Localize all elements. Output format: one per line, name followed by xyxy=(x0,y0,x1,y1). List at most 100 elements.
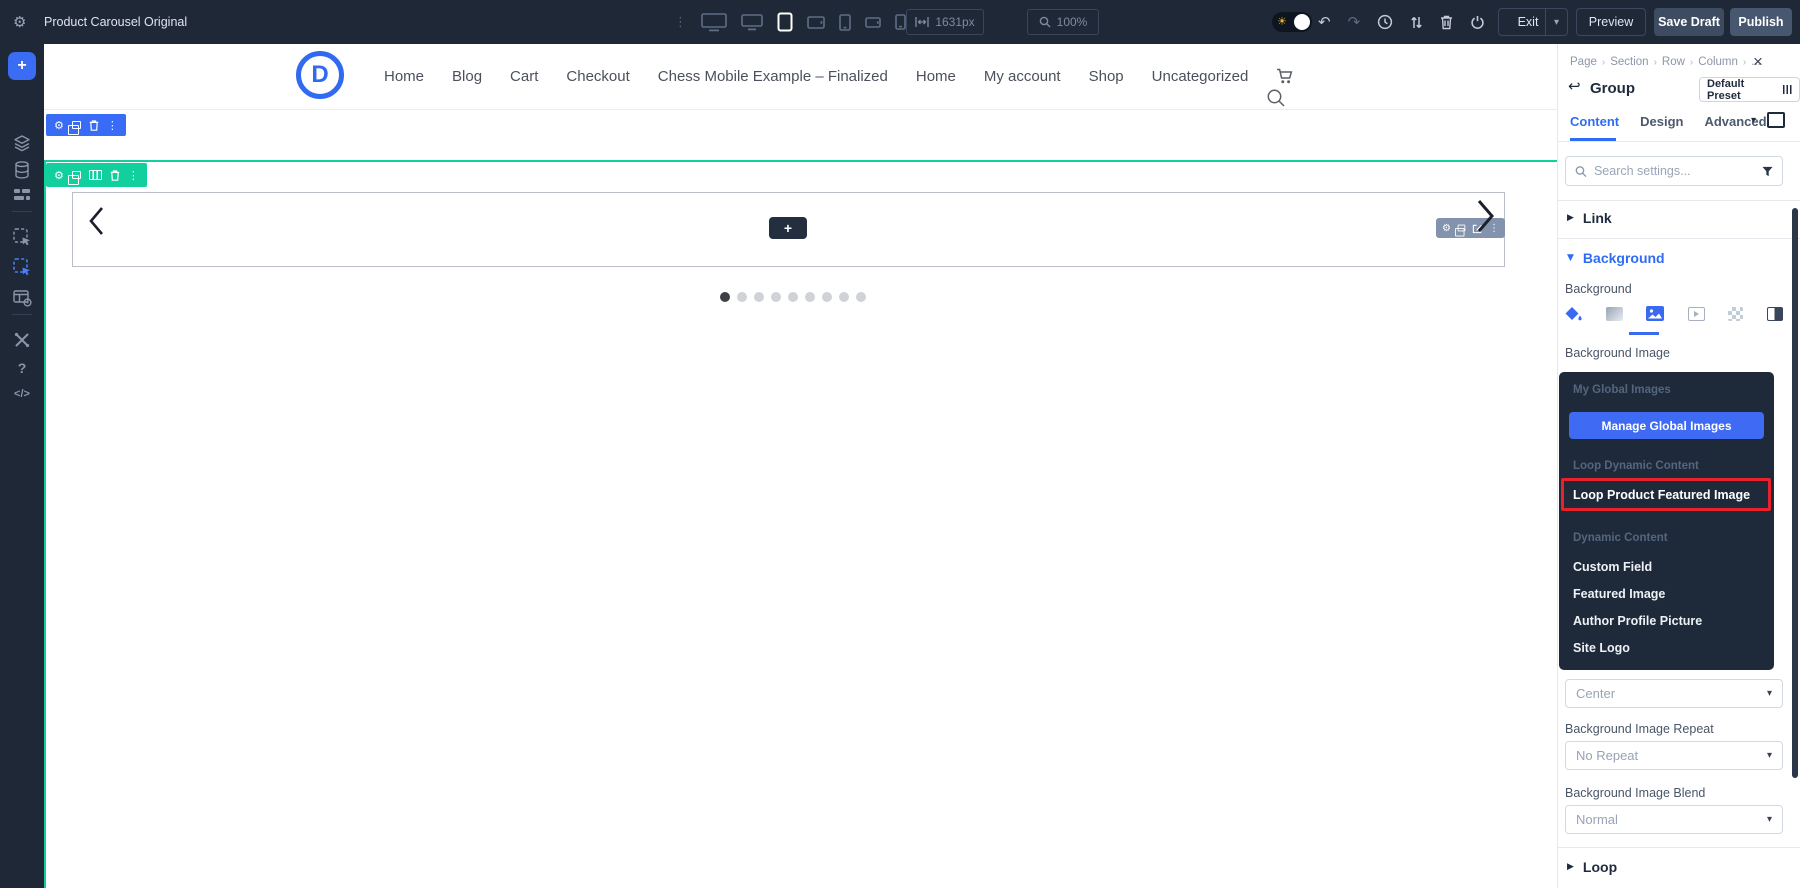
background-image-blend-select[interactable]: Normal ▾ xyxy=(1565,805,1783,834)
power-icon[interactable] xyxy=(1470,15,1485,30)
nav-item[interactable]: Checkout xyxy=(566,68,629,85)
tab-content[interactable]: Content xyxy=(1570,114,1619,129)
nav-item[interactable]: Shop xyxy=(1089,68,1124,85)
section-menu-icon[interactable]: ⋮ xyxy=(107,120,118,131)
dropdown-item-site-logo[interactable]: Site Logo xyxy=(1573,641,1630,655)
background-mask-icon[interactable] xyxy=(1766,306,1783,321)
drag-handle-icon[interactable]: ⋮ xyxy=(674,15,687,30)
background-gradient-icon[interactable] xyxy=(1605,306,1623,321)
exit-button[interactable]: Exit ▾ xyxy=(1498,8,1568,36)
device-phone-landscape-icon[interactable] xyxy=(865,16,881,28)
nav-item[interactable]: Home xyxy=(384,68,424,85)
background-video-icon[interactable] xyxy=(1687,306,1705,321)
carousel-prev-arrow[interactable] xyxy=(84,204,108,238)
site-logo[interactable]: D xyxy=(296,51,344,99)
preview-button[interactable]: Preview xyxy=(1576,8,1646,36)
publish-button[interactable]: Publish xyxy=(1730,8,1792,36)
tab-design[interactable]: Design xyxy=(1640,114,1683,129)
table-settings-icon[interactable] xyxy=(0,290,44,307)
background-pattern-icon[interactable] xyxy=(1728,306,1744,321)
select-element-icon[interactable] xyxy=(0,228,44,247)
row-trash-icon[interactable] xyxy=(110,169,120,181)
nav-item[interactable]: Cart xyxy=(510,68,538,85)
device-phone-small-icon[interactable] xyxy=(895,14,906,30)
close-panel-icon[interactable]: × xyxy=(1748,52,1768,72)
device-desktop-small-icon[interactable] xyxy=(741,13,763,31)
loop-product-featured-image-option[interactable]: Loop Product Featured Image xyxy=(1561,478,1771,511)
undo-icon[interactable]: ↶ xyxy=(1318,13,1331,31)
queue-list-icon[interactable] xyxy=(0,188,44,202)
save-draft-button[interactable]: Save Draft xyxy=(1654,8,1724,36)
sort-vertical-icon[interactable] xyxy=(1410,15,1423,30)
tools-icon[interactable] xyxy=(0,332,44,348)
history-clock-icon[interactable] xyxy=(1377,14,1393,30)
nav-item[interactable]: Uncategorized xyxy=(1152,68,1249,85)
dropdown-item-author-profile-picture[interactable]: Author Profile Picture xyxy=(1573,614,1702,628)
device-tablet-icon[interactable] xyxy=(777,12,793,32)
carousel-dot[interactable] xyxy=(788,292,798,302)
settings-search-input[interactable] xyxy=(1593,164,1755,178)
background-color-bucket-icon[interactable] xyxy=(1565,306,1582,321)
help-icon[interactable]: ? xyxy=(0,360,44,376)
row-columns-icon[interactable] xyxy=(88,170,102,180)
nav-item[interactable]: Blog xyxy=(452,68,482,85)
device-tablet-landscape-icon[interactable] xyxy=(807,15,825,29)
settings-search[interactable] xyxy=(1565,156,1783,186)
device-phone-icon[interactable] xyxy=(839,13,851,31)
carousel-dot[interactable] xyxy=(737,292,747,302)
carousel-dot[interactable] xyxy=(771,292,781,302)
site-search-icon[interactable] xyxy=(1266,88,1286,108)
dropdown-item-custom-field[interactable]: Custom Field xyxy=(1573,560,1652,574)
row-settings-gear-icon[interactable]: ⚙ xyxy=(54,170,64,181)
section-trash-icon[interactable] xyxy=(89,119,99,131)
device-desktop-icon[interactable] xyxy=(701,12,727,32)
responsive-width-input[interactable]: 1631px xyxy=(906,9,984,35)
breadcrumb-item[interactable]: Page xyxy=(1570,56,1597,68)
exit-caret-icon[interactable]: ▾ xyxy=(1545,9,1567,35)
carousel-dot-active[interactable] xyxy=(720,292,730,302)
trash-icon[interactable] xyxy=(1440,15,1453,30)
background-section-toggle[interactable]: ▼ Background xyxy=(1567,250,1665,266)
nav-item[interactable]: Home xyxy=(916,68,956,85)
tabs-caret-icon[interactable]: ▾ xyxy=(1751,115,1756,126)
module-duplicate-icon[interactable] xyxy=(1454,224,1466,237)
layers-icon[interactable] xyxy=(0,134,44,152)
database-icon[interactable] xyxy=(0,161,44,179)
carousel-next-arrow[interactable] xyxy=(1472,196,1498,236)
row-duplicate-icon[interactable] xyxy=(68,171,81,185)
light-dark-mode-toggle[interactable]: ☀ xyxy=(1272,12,1312,32)
add-module-button[interactable]: + xyxy=(8,52,36,80)
carousel-dot[interactable] xyxy=(856,292,866,302)
nav-item[interactable]: Chess Mobile Example – Finalized xyxy=(658,68,888,85)
redo-icon[interactable]: ↷ xyxy=(1348,13,1361,31)
carousel-dot[interactable] xyxy=(822,292,832,302)
zoom-input[interactable]: 100% xyxy=(1027,9,1099,35)
background-image-position-select[interactable]: Center ▾ xyxy=(1565,679,1783,708)
module-settings-gear-icon[interactable]: ⚙ xyxy=(1442,223,1451,234)
carousel-dot[interactable] xyxy=(839,292,849,302)
row-menu-icon[interactable]: ⋮ xyxy=(128,170,139,181)
breadcrumb-item[interactable]: Column xyxy=(1698,56,1738,68)
carousel-dot[interactable] xyxy=(754,292,764,302)
add-column-button[interactable]: + xyxy=(769,217,807,239)
page-settings-gear-icon[interactable]: ⚙ xyxy=(13,0,26,44)
loop-section-toggle[interactable]: ▶ Loop xyxy=(1567,859,1617,875)
cart-icon[interactable] xyxy=(1276,68,1295,85)
background-image-icon[interactable] xyxy=(1646,306,1665,321)
code-icon[interactable]: </> xyxy=(0,388,44,400)
breadcrumb-item[interactable]: Section xyxy=(1610,56,1648,68)
default-preset-button[interactable]: Default Preset xyxy=(1699,77,1800,102)
panel-scrollbar[interactable] xyxy=(1792,208,1798,778)
panel-popout-icon[interactable] xyxy=(1767,112,1785,128)
manage-global-images-button[interactable]: Manage Global Images xyxy=(1569,412,1764,439)
dropdown-item-featured-image[interactable]: Featured Image xyxy=(1573,587,1665,601)
back-arrow-icon[interactable]: ↩ xyxy=(1568,77,1581,95)
carousel-dot[interactable] xyxy=(805,292,815,302)
breadcrumb-item[interactable]: Row xyxy=(1662,56,1685,68)
section-duplicate-icon[interactable] xyxy=(68,121,81,135)
click-mode-icon[interactable] xyxy=(0,258,44,277)
tab-advanced[interactable]: Advanced xyxy=(1704,114,1766,129)
nav-item[interactable]: My account xyxy=(984,68,1061,85)
link-section-toggle[interactable]: ▶ Link xyxy=(1567,210,1612,226)
background-image-repeat-select[interactable]: No Repeat ▾ xyxy=(1565,741,1783,770)
